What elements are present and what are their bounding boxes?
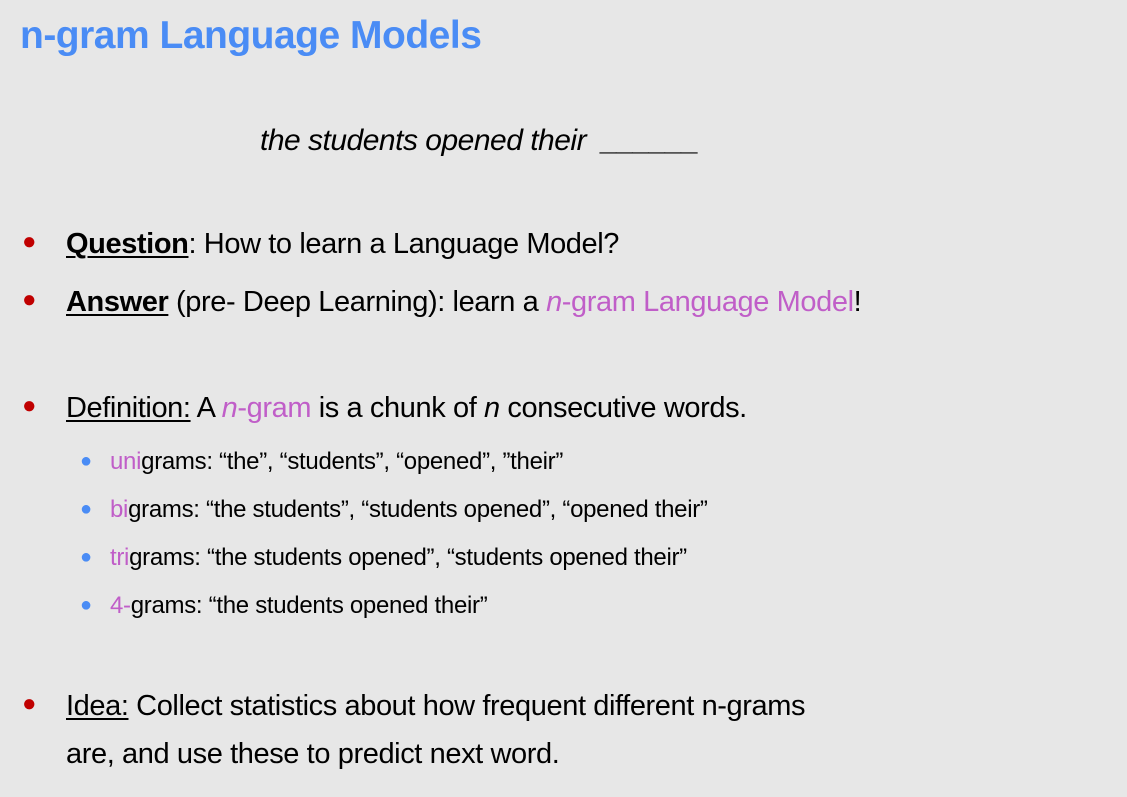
answer-end: ! [853,286,862,318]
idea-continuation: are, and use these to predict next word. [66,738,560,770]
subitem-prefix: tri [110,544,130,571]
example-sentence: the students opened their ______ [260,124,699,158]
bullet-dot-icon: ● [22,690,37,717]
sub-bullet-dot-icon: ● [80,546,92,568]
bullet-dot-icon: ● [22,392,37,419]
definition-ngram: -gram [237,392,312,424]
subitem-unigrams: ● unigrams: “the”, “students”, “opened”,… [80,448,564,476]
bullet-question: ● Question: How to learn a Language Mode… [22,228,620,261]
sub-bullet-dot-icon: ● [80,594,92,616]
subitem-bigrams: ● bigrams: “the students”, “students ope… [80,496,708,524]
bullet-dot-icon: ● [22,286,37,313]
subitem-prefix: bi [110,496,129,523]
subitem-prefix: 4- [110,592,131,619]
subitem-4grams: ● 4-grams: “the students opened their” [80,592,488,620]
answer-text: (pre- Deep Learning): learn a [168,286,547,318]
question-text: : How to learn a Language Model? [188,228,620,260]
definition-n: n [221,392,238,424]
answer-label: Answer [66,286,169,318]
subitem-text: grams: “the students opened their” [130,592,488,619]
bullet-definition: ● Definition: A n-gram is a chunk of n c… [22,392,747,425]
bullet-dot-icon: ● [22,228,37,255]
subitem-text: grams: “the”, “students”, “opened”, ”the… [141,448,564,475]
idea-label: Idea: [66,690,129,722]
sub-bullet-dot-icon: ● [80,498,92,520]
sentence-blank: ______ [601,124,700,157]
subitem-prefix: uni [110,448,142,475]
answer-highlight: -gram Language Model [561,286,854,318]
definition-text: is a chunk of [311,392,485,424]
sub-bullet-dot-icon: ● [80,450,92,472]
slide-title: n-gram Language Models [20,14,482,57]
sentence-text: the students opened their [260,124,587,157]
idea-text: Collect statistics about how frequent di… [128,690,806,722]
answer-n: n [546,286,562,318]
subitem-text: grams: “the students opened”, “students … [129,544,687,571]
definition-text: A [190,392,222,424]
subitem-text: grams: “the students”, “students opened”… [128,496,708,523]
bullet-idea: ● Idea: Collect statistics about how fre… [22,690,806,723]
definition-text: consecutive words. [499,392,747,424]
question-label: Question [66,228,189,260]
bullet-answer: ● Answer (pre- Deep Learning): learn a n… [22,286,862,319]
definition-label: Definition: [66,392,191,424]
subitem-trigrams: ● trigrams: “the students opened”, “stud… [80,544,687,572]
definition-n: n [484,392,500,424]
